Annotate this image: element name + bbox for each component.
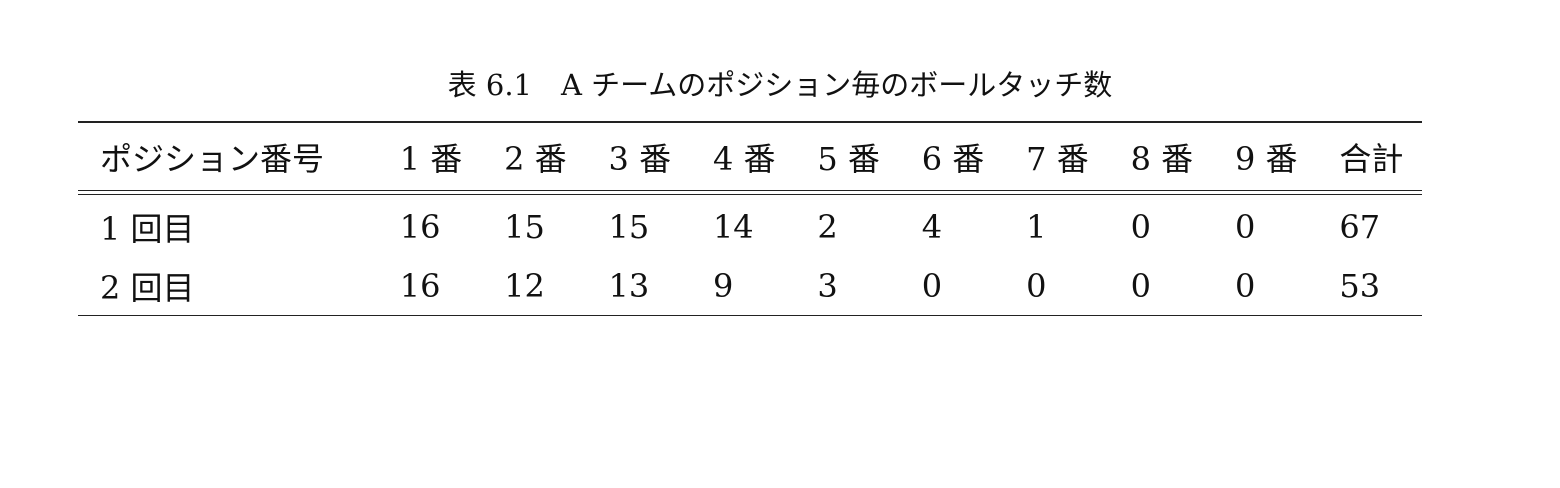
- header-cell-1: 1 番: [377, 122, 483, 191]
- table-cell-total: 53: [1317, 256, 1422, 316]
- table-cell: 0: [1004, 256, 1109, 316]
- table-cell: 4: [921, 207, 943, 246]
- header-cell-8: 8 番: [1108, 122, 1213, 191]
- table-cell: 0: [1234, 207, 1256, 246]
- table-row: 1 回目 16 15 15 14 2 4 1 0 0 67: [78, 195, 1422, 257]
- row-label: 1 回目: [100, 209, 195, 248]
- table-cell: 13: [586, 256, 691, 316]
- ball-touch-table: ポジション番号 1 番 2 番 3 番 4 番 5 番 6 番 7 番 8 番 …: [78, 121, 1422, 316]
- header-cell-4: 4 番: [690, 122, 796, 191]
- header-cell-total: 合計: [1317, 122, 1422, 191]
- header-cell-2: 2 番: [482, 122, 587, 191]
- table-caption: 表 6.1 A チームのポジション毎のボールタッチ数: [447, 68, 1113, 102]
- table-cell: 14: [712, 207, 754, 246]
- header-cell-7: 7 番: [1004, 122, 1109, 191]
- table-cell: 0: [1212, 256, 1318, 316]
- header-cell-position-number: ポジション番号: [78, 122, 378, 191]
- row-label: 2 回目: [78, 256, 378, 316]
- table-cell: 12: [482, 256, 587, 316]
- table-cell: 0: [899, 256, 1005, 316]
- table-cell: 16: [399, 207, 441, 246]
- table-cell: 1: [1026, 207, 1047, 246]
- header-row: ポジション番号 1 番 2 番 3 番 4 番 5 番 6 番 7 番 8 番 …: [78, 122, 1422, 191]
- header-cell-5: 5 番: [795, 122, 900, 191]
- table-cell: 16: [377, 256, 483, 316]
- table-cell-total: 67: [1339, 207, 1381, 246]
- table-row: 2 回目 16 12 13 9 3 0 0 0 0 53: [78, 256, 1422, 316]
- table-cell: 2: [817, 207, 838, 246]
- header-cell-3: 3 番: [586, 122, 691, 191]
- table-cell: 0: [1108, 256, 1213, 316]
- table-cell: 15: [608, 207, 650, 246]
- table-cell: 9: [690, 256, 796, 316]
- table-cell: 15: [504, 207, 545, 246]
- table-cell: 3: [795, 256, 900, 316]
- table-cell: 0: [1130, 207, 1151, 246]
- header-cell-6: 6 番: [899, 122, 1005, 191]
- header-cell-9: 9 番: [1212, 122, 1318, 191]
